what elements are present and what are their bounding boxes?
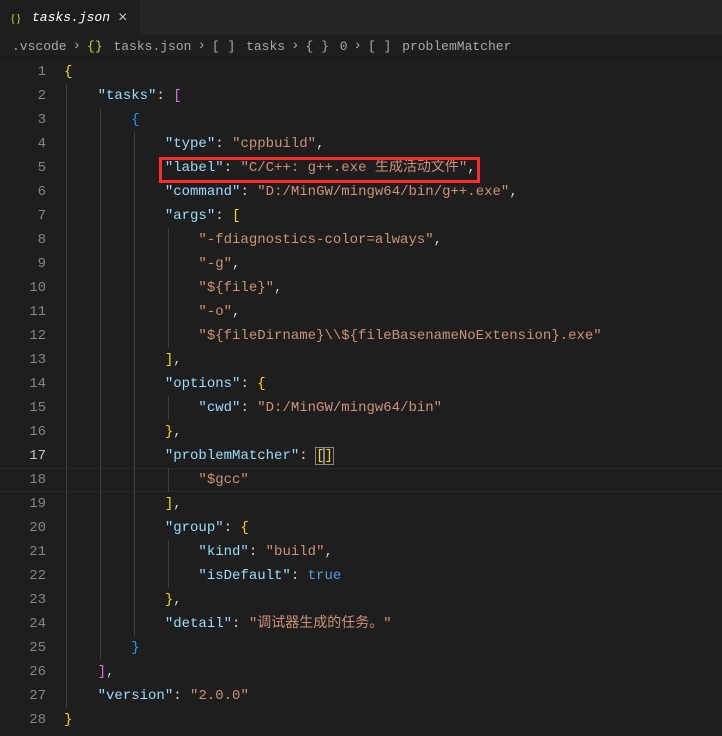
array-icon: [ ] xyxy=(212,39,235,54)
code-line[interactable]: "$gcc" xyxy=(64,468,722,492)
line-number: 22 xyxy=(0,564,46,588)
code-line[interactable]: "group": { xyxy=(64,516,722,540)
line-number: 8 xyxy=(0,228,46,252)
code-line[interactable]: "${fileDirname}\\${fileBasenameNoExtensi… xyxy=(64,324,722,348)
code-line[interactable]: } xyxy=(64,708,722,732)
line-number: 7 xyxy=(0,204,46,228)
line-number: 6 xyxy=(0,180,46,204)
code-line[interactable]: "-fdiagnostics-color=always", xyxy=(64,228,722,252)
tab-bar: {} tasks.json × xyxy=(0,0,722,35)
breadcrumb-label: tasks xyxy=(246,39,285,54)
line-number: 2 xyxy=(0,84,46,108)
line-number: 26 xyxy=(0,660,46,684)
line-number: 5 xyxy=(0,156,46,180)
breadcrumb-item-file[interactable]: {} tasks.json xyxy=(87,39,191,54)
line-number: 17 xyxy=(0,444,46,468)
code-line[interactable]: "command": "D:/MinGW/mingw64/bin/g++.exe… xyxy=(64,180,722,204)
tab-tasks-json[interactable]: {} tasks.json × xyxy=(0,0,141,35)
code-line[interactable]: ], xyxy=(64,660,722,684)
code-line[interactable]: "detail": "调试器生成的任务。" xyxy=(64,612,722,636)
json-icon: {} xyxy=(10,10,26,26)
svg-text:{}: {} xyxy=(10,11,22,25)
code-line[interactable]: { xyxy=(64,60,722,84)
line-number: 25 xyxy=(0,636,46,660)
code-line[interactable]: "kind": "build", xyxy=(64,540,722,564)
line-number: 28 xyxy=(0,708,46,732)
breadcrumb-label: 0 xyxy=(340,39,348,54)
line-number: 9 xyxy=(0,252,46,276)
breadcrumb-label: tasks.json xyxy=(113,39,191,54)
breadcrumb: .vscode › {} tasks.json › [ ] tasks › { … xyxy=(0,35,722,57)
line-number-gutter: 1234567891011121314151617181920212223242… xyxy=(0,57,64,736)
code-line[interactable]: } xyxy=(64,636,722,660)
code-line[interactable]: "type": "cppbuild", xyxy=(64,132,722,156)
code-line[interactable]: ], xyxy=(64,348,722,372)
tab-label: tasks.json xyxy=(32,10,110,25)
code-line[interactable]: "-g", xyxy=(64,252,722,276)
breadcrumb-item-index[interactable]: { } 0 xyxy=(306,39,348,54)
line-number: 11 xyxy=(0,300,46,324)
line-number: 1 xyxy=(0,60,46,84)
line-number: 19 xyxy=(0,492,46,516)
code-line[interactable]: "cwd": "D:/MinGW/mingw64/bin" xyxy=(64,396,722,420)
line-number: 16 xyxy=(0,420,46,444)
line-number: 4 xyxy=(0,132,46,156)
line-number: 27 xyxy=(0,684,46,708)
code-line[interactable]: "${file}", xyxy=(64,276,722,300)
line-number: 10 xyxy=(0,276,46,300)
chevron-right-icon: › xyxy=(289,38,301,54)
code-line[interactable]: ], xyxy=(64,492,722,516)
code-line[interactable]: "-o", xyxy=(64,300,722,324)
code-line[interactable]: "version": "2.0.0" xyxy=(64,684,722,708)
chevron-right-icon: › xyxy=(352,38,364,54)
line-number: 12 xyxy=(0,324,46,348)
breadcrumb-item-problemmatcher[interactable]: [ ] problemMatcher xyxy=(368,39,511,54)
code-line[interactable]: "args": [ xyxy=(64,204,722,228)
code-line[interactable]: "problemMatcher": [] xyxy=(64,444,722,468)
breadcrumb-item-folder[interactable]: .vscode xyxy=(12,39,67,54)
line-number: 18 xyxy=(0,468,46,492)
breadcrumb-item-tasks[interactable]: [ ] tasks xyxy=(212,39,285,54)
line-number: 14 xyxy=(0,372,46,396)
array-icon: [ ] xyxy=(368,39,391,54)
code-area[interactable]: { "tasks": [ { "type": "cppbuild", "labe… xyxy=(64,57,722,736)
line-number: 15 xyxy=(0,396,46,420)
json-icon: {} xyxy=(87,39,103,54)
code-line[interactable]: { xyxy=(64,108,722,132)
chevron-right-icon: › xyxy=(71,38,83,54)
code-line[interactable]: "isDefault": true xyxy=(64,564,722,588)
code-line[interactable]: }, xyxy=(64,420,722,444)
code-line[interactable]: "options": { xyxy=(64,372,722,396)
line-number: 24 xyxy=(0,612,46,636)
line-number: 21 xyxy=(0,540,46,564)
code-line[interactable]: "label": "C/C++: g++.exe 生成活动文件", xyxy=(64,156,722,180)
breadcrumb-label: problemMatcher xyxy=(402,39,511,54)
object-icon: { } xyxy=(306,39,329,54)
code-line[interactable]: "tasks": [ xyxy=(64,84,722,108)
line-number: 13 xyxy=(0,348,46,372)
line-number: 20 xyxy=(0,516,46,540)
line-number: 23 xyxy=(0,588,46,612)
line-number: 3 xyxy=(0,108,46,132)
code-line[interactable]: }, xyxy=(64,588,722,612)
close-icon[interactable]: × xyxy=(116,9,130,27)
chevron-right-icon: › xyxy=(195,38,207,54)
code-editor[interactable]: 1234567891011121314151617181920212223242… xyxy=(0,57,722,736)
